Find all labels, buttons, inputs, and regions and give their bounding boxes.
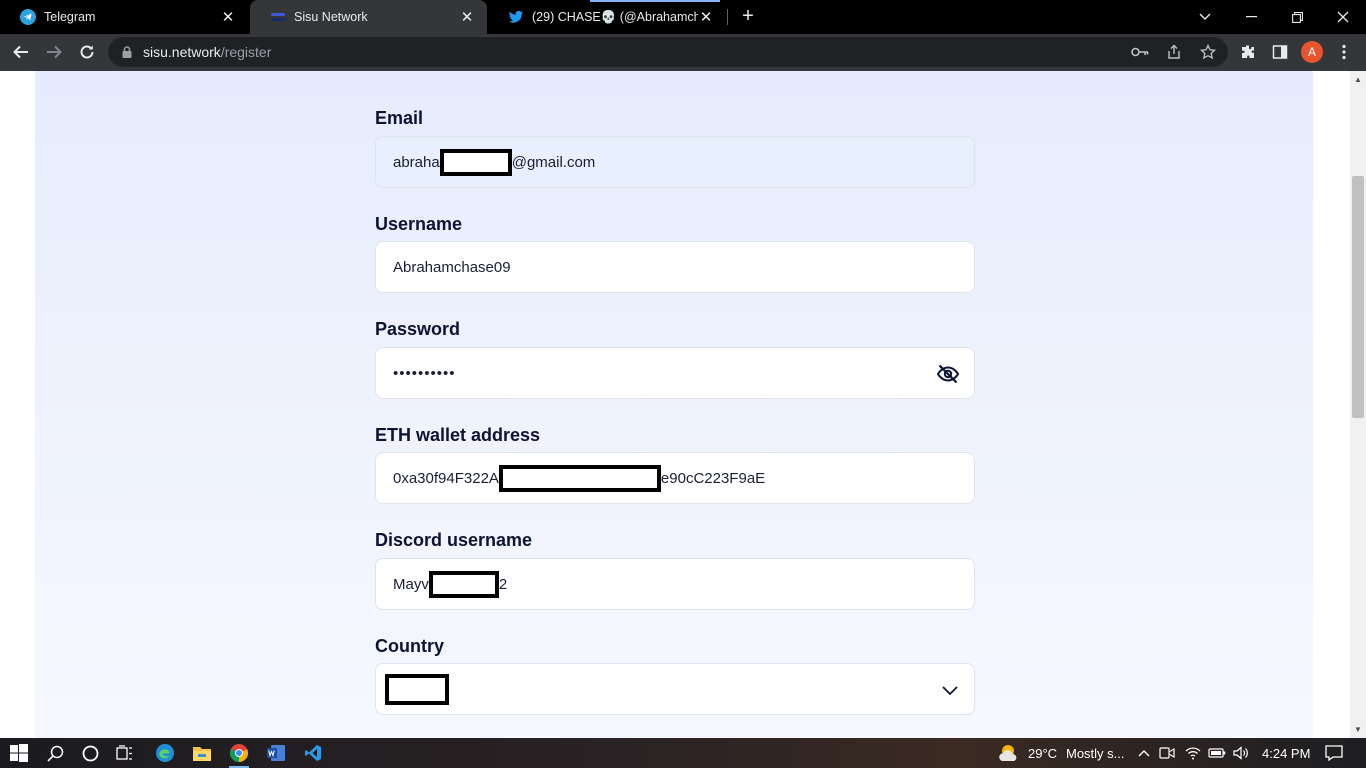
telegram-icon <box>20 9 36 25</box>
close-icon[interactable]: ✕ <box>220 8 236 26</box>
discord-value-end: 2 <box>498 575 508 593</box>
redaction-box <box>428 570 499 598</box>
key-icon[interactable] <box>1130 42 1150 62</box>
new-tab-button[interactable]: + <box>737 5 759 27</box>
back-button[interactable] <box>9 40 33 64</box>
chrome-taskbar-icon[interactable] <box>225 741 253 768</box>
arrow-right-icon <box>47 45 62 59</box>
side-panel-icon[interactable] <box>1268 40 1292 64</box>
minimize-button[interactable] <box>1228 0 1274 34</box>
temperature-text: 29°C <box>1028 746 1058 761</box>
email-label: Email <box>375 108 424 128</box>
url-host: sisu.network <box>143 44 221 60</box>
email-value-start: abraha <box>393 153 440 171</box>
page-viewport: Email abraha @gmail.com Username Abrahamc… <box>0 71 1350 738</box>
twitter-icon <box>509 10 523 23</box>
cortana-icon[interactable] <box>76 741 104 765</box>
edge-icon[interactable] <box>151 741 179 765</box>
arrow-left-icon <box>13 45 28 59</box>
redaction-box <box>439 148 512 176</box>
share-icon[interactable] <box>1164 42 1184 62</box>
word-icon[interactable] <box>262 741 290 765</box>
scroll-up-icon[interactable]: ▲ <box>1354 75 1362 84</box>
forward-button[interactable] <box>42 40 66 64</box>
eth-value-start: 0xa30f94F322A <box>393 469 499 487</box>
close-icon[interactable]: ✕ <box>459 8 475 26</box>
eth-wallet-field[interactable]: 0xa30f94F322A e90cC223F9aE <box>375 452 975 504</box>
username-label: Username <box>375 214 463 234</box>
notification-icon[interactable] <box>1320 741 1348 765</box>
meet-now-icon[interactable] <box>1153 741 1181 765</box>
tab-sisu-network[interactable]: Sisu Network ✕ <box>250 0 487 34</box>
tab-search-icon[interactable] <box>1182 0 1228 34</box>
country-select[interactable] <box>375 663 975 715</box>
username-field[interactable]: Abrahamchase09 <box>375 241 975 293</box>
tab-separator <box>727 9 728 25</box>
email-field[interactable]: abraha @gmail.com <box>375 136 975 188</box>
redaction-box <box>385 673 449 705</box>
close-icon[interactable]: ✕ <box>698 8 714 26</box>
scrollbar-thumb[interactable] <box>1352 176 1364 418</box>
clock-time[interactable]: 4:24 PM <box>1262 746 1310 761</box>
tab-label: Sisu Network <box>294 10 368 24</box>
eye-off-icon[interactable] <box>936 362 960 386</box>
discord-username-field[interactable]: Mayv 2 <box>375 558 975 610</box>
lock-icon <box>122 46 132 58</box>
restore-button[interactable] <box>1274 0 1320 34</box>
close-window-button[interactable] <box>1320 0 1366 34</box>
weather-text[interactable]: Mostly s... <box>1066 746 1125 761</box>
page-scrollbar[interactable]: ▲ ▼ <box>1350 71 1366 738</box>
password-value: •••••••••• <box>393 364 456 382</box>
browser-tab-strip: Telegram ✕ Sisu Network ✕ (29) CHASE💀 (@… <box>0 0 1366 34</box>
vscode-icon[interactable] <box>299 741 327 765</box>
extensions-icon[interactable] <box>1236 40 1260 64</box>
sisu-icon <box>271 13 285 21</box>
weather-icon[interactable] <box>995 741 1023 765</box>
address-bar[interactable]: sisu.network/register <box>108 37 1228 67</box>
password-label: Password <box>375 319 461 339</box>
task-view-icon[interactable] <box>111 741 139 765</box>
country-label: Country <box>375 636 444 656</box>
search-icon[interactable] <box>41 741 69 765</box>
file-explorer-icon[interactable] <box>188 741 216 765</box>
username-value: Abrahamchase09 <box>393 258 511 276</box>
chevron-down-icon <box>942 686 958 696</box>
bookmark-star-icon[interactable] <box>1198 42 1218 62</box>
scroll-down-icon[interactable]: ▼ <box>1354 725 1362 734</box>
reload-button[interactable] <box>75 40 99 64</box>
discord-value-start: Mayv <box>393 575 429 593</box>
browser-menu-icon[interactable] <box>1332 40 1356 64</box>
profile-avatar[interactable]: A <box>1301 41 1323 63</box>
windows-start-icon[interactable] <box>5 741 33 765</box>
reload-icon <box>80 45 94 59</box>
redaction-box <box>498 464 661 492</box>
windows-taskbar: 29°C Mostly s... 4:24 PM <box>0 738 1366 768</box>
email-value-end: @gmail.com <box>511 153 596 171</box>
tab-telegram[interactable]: Telegram ✕ <box>0 0 248 34</box>
password-field[interactable]: •••••••••• <box>375 347 975 399</box>
volume-icon[interactable] <box>1227 741 1255 765</box>
tab-label: (29) CHASE💀 (@Abrahamchase <box>532 9 698 24</box>
tab-twitter[interactable]: (29) CHASE💀 (@Abrahamchase ✕ <box>488 0 726 34</box>
eth-value-end: e90cC223F9aE <box>660 469 766 487</box>
discord-label: Discord username <box>375 530 533 550</box>
tab-label: Telegram <box>44 10 96 24</box>
browser-toolbar: sisu.network/register A <box>0 34 1366 71</box>
url-path: /register <box>220 44 272 60</box>
eth-wallet-label: ETH wallet address <box>375 425 541 445</box>
